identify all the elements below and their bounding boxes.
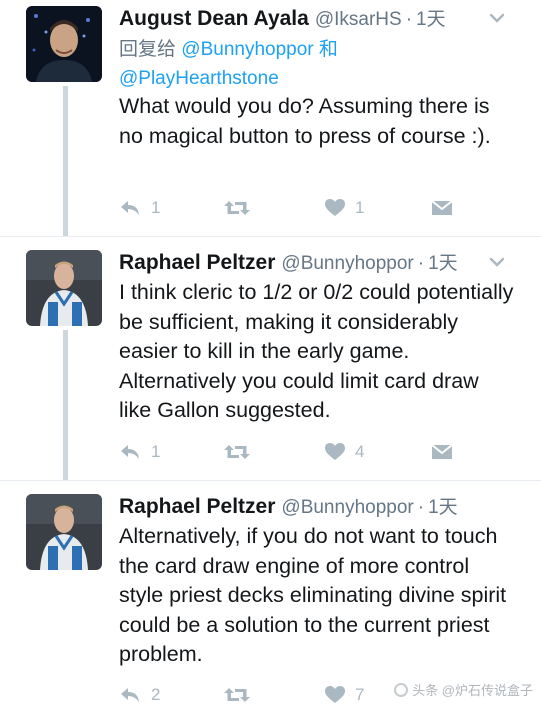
chevron-down-icon[interactable]: [489, 256, 505, 268]
avatar[interactable]: [26, 250, 102, 326]
heart-icon: [325, 443, 345, 460]
reply-count: 1: [151, 198, 161, 217]
reply-icon: [121, 688, 139, 702]
avatar[interactable]: [26, 6, 102, 82]
tweet-actions: 1 4: [119, 440, 519, 464]
like-button[interactable]: 1: [325, 196, 364, 220]
tweet[interactable]: August Dean Ayala @IksarHS · 1天 回复给 @Bunnyh…: [0, 4, 541, 230]
reply-button[interactable]: 1: [119, 196, 160, 220]
timestamp[interactable]: 1天: [416, 9, 446, 30]
reply-icon: [121, 445, 139, 459]
separator: ·: [405, 9, 413, 30]
display-name[interactable]: Raphael Peltzer: [119, 251, 275, 274]
timestamp[interactable]: 1天: [428, 253, 458, 274]
envelope-icon: [431, 200, 453, 215]
user-handle[interactable]: @Bunnyhoppor: [281, 253, 413, 274]
user-handle[interactable]: @Bunnyhoppor: [281, 497, 413, 518]
display-name[interactable]: Raphael Peltzer: [119, 495, 275, 518]
chevron-down-icon[interactable]: [489, 12, 505, 24]
envelope-icon: [431, 444, 453, 459]
like-button[interactable]: 4: [325, 440, 364, 464]
heart-icon: [325, 686, 345, 703]
like-button[interactable]: 7: [325, 683, 364, 705]
tweet-text: What would you do? Assuming there is no …: [119, 94, 491, 148]
tweet-header: August Dean Ayala @IksarHS · 1天: [119, 4, 446, 34]
reply-icon: [121, 201, 139, 215]
retweet-button[interactable]: [223, 683, 261, 705]
retweet-button[interactable]: [223, 440, 261, 464]
watermark: 头条 @炉石传说盒子: [394, 680, 533, 699]
like-count: 1: [355, 198, 365, 217]
reply-to-line: 回复给 @Bunnyhoppor 和 @PlayHearthstone: [119, 35, 499, 93]
reply-count: 2: [151, 685, 161, 704]
tweet-text: Alternatively, if you do not want to tou…: [119, 524, 507, 666]
mention-link[interactable]: @Bunnyhoppor: [181, 39, 313, 60]
retweet-icon: [224, 445, 250, 459]
watermark-text: 头条 @炉石传说盒子: [412, 683, 533, 698]
tweet-header: Raphael Peltzer @Bunnyhoppor · 1天: [119, 248, 458, 278]
reply-to-conjunction: 和: [318, 39, 338, 60]
display-name[interactable]: August Dean Ayala: [119, 7, 309, 30]
timestamp[interactable]: 1天: [428, 497, 458, 518]
avatar[interactable]: [26, 494, 102, 570]
heart-icon: [325, 199, 345, 216]
tweet-divider: [0, 480, 541, 481]
reply-to-label: 回复给: [119, 39, 177, 60]
separator: ·: [417, 497, 425, 518]
direct-message-button[interactable]: [431, 196, 453, 220]
separator: ·: [417, 253, 425, 274]
tweet-actions: 1 1: [119, 196, 519, 220]
tweet-header: Raphael Peltzer @Bunnyhoppor · 1天: [119, 492, 458, 522]
reply-button[interactable]: 2: [119, 683, 160, 705]
direct-message-button[interactable]: [431, 440, 453, 464]
retweet-button[interactable]: [223, 196, 261, 220]
like-count: 4: [355, 442, 365, 461]
watermark-icon: [394, 682, 409, 697]
reply-button[interactable]: 1: [119, 440, 160, 464]
tweet[interactable]: Raphael Peltzer @Bunnyhoppor · 1天 Alternati…: [0, 492, 541, 705]
tweet-text: I think cleric to 1/2 or 0/2 could poten…: [119, 280, 514, 422]
tweet[interactable]: Raphael Peltzer @Bunnyhoppor · 1天 I think c…: [0, 248, 541, 474]
retweet-icon: [224, 201, 250, 215]
mention-link[interactable]: @PlayHearthstone: [119, 68, 279, 89]
reply-count: 1: [151, 442, 161, 461]
like-count: 7: [355, 685, 365, 704]
tweet-divider: [0, 236, 541, 237]
retweet-icon: [224, 688, 250, 702]
user-handle[interactable]: @IksarHS: [315, 9, 402, 30]
